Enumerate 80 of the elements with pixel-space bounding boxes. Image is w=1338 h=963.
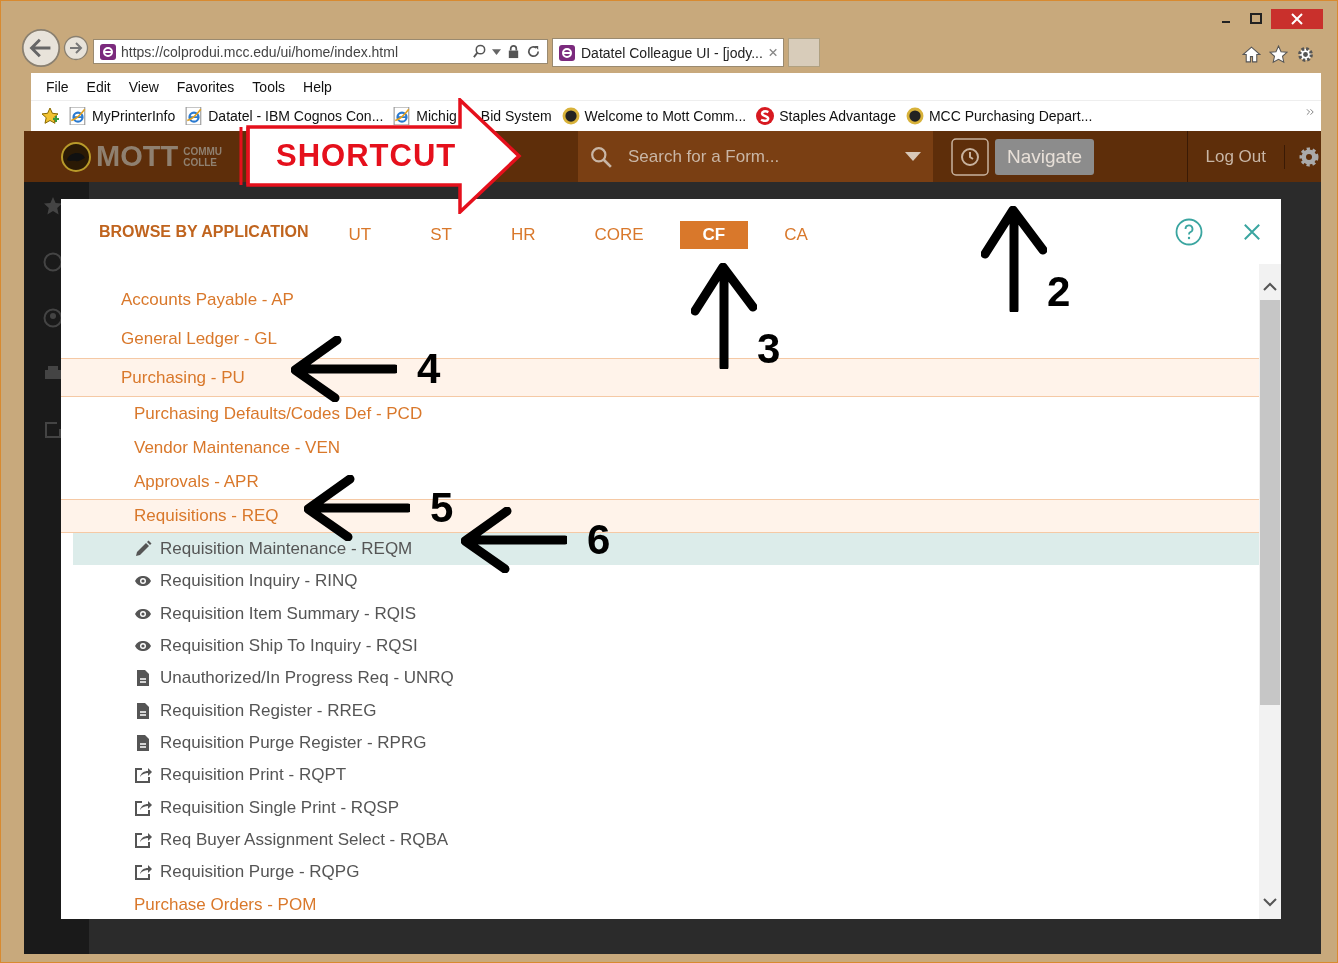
favorite-link[interactable]: Datatel - IBM Cognos Con... [208, 108, 384, 124]
form-link[interactable]: Requisition Ship To Inquiry - RQSI [134, 636, 418, 657]
scroll-down-icon[interactable] [1263, 897, 1277, 907]
form-link[interactable]: Requisition Maintenance - REQM [134, 539, 413, 560]
logout-link[interactable]: Log Out [1186, 131, 1284, 182]
share-icon [134, 830, 152, 849]
menu-item[interactable]: Favorites [176, 78, 235, 95]
page-icon [69, 107, 87, 125]
dropdown-caret-icon[interactable] [905, 151, 921, 162]
page-icon [393, 107, 412, 125]
pencil-icon [134, 540, 152, 559]
form-link[interactable]: Unauthorized/In Progress Req - UNRQ [134, 668, 454, 689]
document-icon [134, 701, 152, 720]
staples-logo-icon [756, 107, 775, 125]
settings-icon[interactable] [1284, 144, 1321, 169]
form-link[interactable]: Requisition Single Print - RQSP [134, 797, 400, 818]
close-icon[interactable] [768, 48, 777, 57]
search-icon[interactable] [472, 44, 487, 59]
help-icon[interactable] [43, 252, 63, 272]
history-button[interactable] [951, 137, 989, 176]
chevron-icon[interactable] [1306, 108, 1315, 116]
favorite-link[interactable]: Bid System [480, 108, 552, 124]
form-link[interactable]: Requisition Purge - RQPG [134, 862, 360, 883]
share-icon [134, 766, 152, 785]
logo-text: COLLE [183, 156, 219, 168]
address-bar[interactable]: https://colprodui.mcc.edu/ui/home/index.html [93, 39, 548, 64]
college-logo-icon [561, 107, 580, 125]
menu-item[interactable]: Tools [252, 78, 286, 95]
scroll-up-icon[interactable] [1263, 282, 1277, 292]
favorite-link[interactable]: MCC Purchasing Depart... [928, 108, 1093, 124]
menu-item[interactable]: File [46, 78, 69, 95]
favorite-link[interactable]: MyPrinterInfo [92, 108, 176, 124]
browser-tab[interactable]: Datatel Colleague UI - [jody... [552, 38, 784, 67]
annotation-number: 2 [1047, 272, 1071, 312]
settings-icon[interactable] [1296, 45, 1315, 64]
annotation-number: 3 [757, 329, 781, 369]
form-link[interactable]: Requisition Purge Register - RPRG [134, 732, 427, 753]
add-favorite-icon[interactable] [41, 107, 59, 125]
page-icon [185, 107, 204, 125]
college-logo-icon [61, 141, 91, 172]
favorite-link[interactable]: Michig [416, 108, 457, 124]
search-icon [590, 145, 612, 168]
college-logo-icon [905, 107, 924, 125]
annotation-number: 6 [587, 520, 611, 560]
user-icon[interactable] [43, 308, 63, 328]
page-logo-icon [559, 44, 575, 61]
form-link[interactable]: Requisition Print - RQPT [134, 765, 347, 786]
annotation-number: 4 [417, 349, 441, 389]
scrollbar[interactable] [1259, 264, 1281, 919]
back-button[interactable] [21, 28, 61, 68]
logo-text: COMMU [183, 145, 223, 157]
refresh-icon[interactable] [526, 44, 541, 59]
form-link[interactable]: Requisition Register - RREG [134, 700, 377, 721]
callout-text: SHORTCUT [276, 138, 457, 174]
favorite-link[interactable]: Welcome to Mott Comm... [584, 108, 747, 124]
menu-item[interactable]: Help [303, 78, 332, 95]
form-link[interactable]: Requisition Item Summary - RQIS [134, 603, 416, 624]
caret-icon[interactable] [492, 47, 501, 56]
close-icon[interactable] [1243, 222, 1261, 241]
forward-button[interactable] [63, 35, 89, 61]
home-icon[interactable] [1242, 45, 1261, 64]
document-icon [134, 669, 152, 688]
search-field[interactable]: Search for a Form... [578, 131, 933, 182]
star-icon[interactable] [43, 196, 63, 216]
form-link[interactable]: Req Buyer Assignment Select - RQBA [134, 829, 449, 850]
annotation-number: 5 [430, 488, 454, 528]
document-icon [134, 733, 152, 752]
menu-item[interactable]: Edit [86, 78, 111, 95]
lock-icon [506, 44, 521, 59]
dialog-heading: BROWSE BY APPLICATION [99, 222, 309, 241]
share-icon [134, 863, 152, 882]
form-link[interactable]: Requisition Inquiry - RINQ [134, 571, 358, 592]
favorite-link[interactable]: Staples Advantage [779, 108, 896, 124]
share-icon [134, 798, 152, 817]
menu-item[interactable]: View [128, 78, 159, 95]
close-button[interactable] [1271, 9, 1323, 29]
logo-text: MOTT [96, 140, 179, 173]
page-logo-icon [100, 43, 116, 60]
star-icon[interactable] [1269, 45, 1288, 64]
export-icon[interactable] [43, 420, 63, 440]
